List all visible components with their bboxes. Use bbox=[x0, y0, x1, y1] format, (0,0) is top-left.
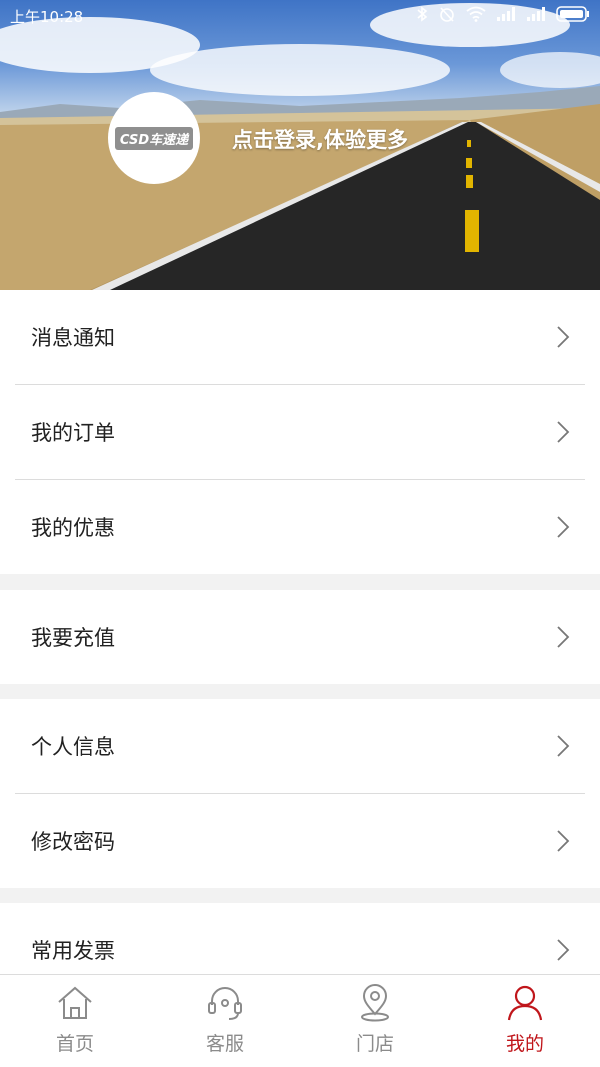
status-bar: 上午10:28 bbox=[0, 0, 600, 32]
chevron-right-icon bbox=[557, 421, 570, 443]
tab-label: 我的 bbox=[505, 1033, 544, 1055]
avatar[interactable]: CSD车速递 bbox=[108, 92, 200, 184]
menu-item-recharge[interactable]: 我要充值 bbox=[0, 590, 600, 684]
menu-item-label: 我要充值 bbox=[31, 626, 115, 650]
menu-group-profile: 个人信息 修改密码 bbox=[0, 699, 600, 888]
home-icon bbox=[58, 986, 92, 1019]
tab-label: 客服 bbox=[205, 1033, 244, 1055]
chevron-right-icon bbox=[557, 626, 570, 648]
battery-icon bbox=[556, 6, 590, 26]
menu-group-recharge: 我要充值 bbox=[0, 590, 600, 684]
menu-group-account: 消息通知 我的订单 我的优惠 bbox=[0, 290, 600, 574]
chevron-right-icon bbox=[557, 939, 570, 961]
menu-item-label: 修改密码 bbox=[31, 830, 115, 854]
menu-item-orders[interactable]: 我的订单 bbox=[0, 385, 600, 479]
menu-item-change-password[interactable]: 修改密码 bbox=[0, 794, 600, 888]
status-time: 上午10:28 bbox=[10, 7, 84, 26]
tab-label: 门店 bbox=[355, 1033, 394, 1055]
alarm-off-icon bbox=[438, 5, 456, 27]
chevron-right-icon bbox=[557, 516, 570, 538]
menu-item-notifications[interactable]: 消息通知 bbox=[0, 290, 600, 384]
login-prompt[interactable]: 点击登录,体验更多 bbox=[232, 124, 408, 154]
location-pin-icon bbox=[361, 984, 389, 1022]
bottom-tab-bar: 首页 客服 门店 我的 bbox=[0, 974, 600, 1067]
wifi-icon bbox=[466, 6, 486, 26]
brand-logo: CSD车速递 bbox=[114, 126, 194, 150]
signal-icon bbox=[496, 7, 516, 25]
tab-mine[interactable]: 我的 bbox=[450, 975, 600, 1067]
tab-stores[interactable]: 门店 bbox=[300, 975, 450, 1067]
menu-item-personal-info[interactable]: 个人信息 bbox=[0, 699, 600, 793]
profile-header[interactable]: 上午10:28 CSD车速递 点击登录,体验更多 bbox=[0, 0, 600, 290]
headset-icon bbox=[208, 987, 242, 1020]
bluetooth-icon bbox=[416, 6, 428, 26]
tab-label: 首页 bbox=[55, 1033, 94, 1055]
menu-item-coupons[interactable]: 我的优惠 bbox=[0, 480, 600, 574]
person-icon bbox=[507, 985, 543, 1021]
menu-item-label: 消息通知 bbox=[31, 326, 115, 350]
tab-customer-service[interactable]: 客服 bbox=[150, 975, 300, 1067]
menu-item-label: 常用发票 bbox=[31, 939, 115, 963]
tab-home[interactable]: 首页 bbox=[0, 975, 150, 1067]
menu-item-label: 我的优惠 bbox=[31, 516, 115, 540]
chevron-right-icon bbox=[557, 830, 570, 852]
menu-item-label: 我的订单 bbox=[31, 421, 115, 445]
menu-item-label: 个人信息 bbox=[31, 735, 115, 759]
chevron-right-icon bbox=[557, 735, 570, 757]
chevron-right-icon bbox=[557, 326, 570, 348]
signal-icon-2 bbox=[526, 7, 546, 25]
